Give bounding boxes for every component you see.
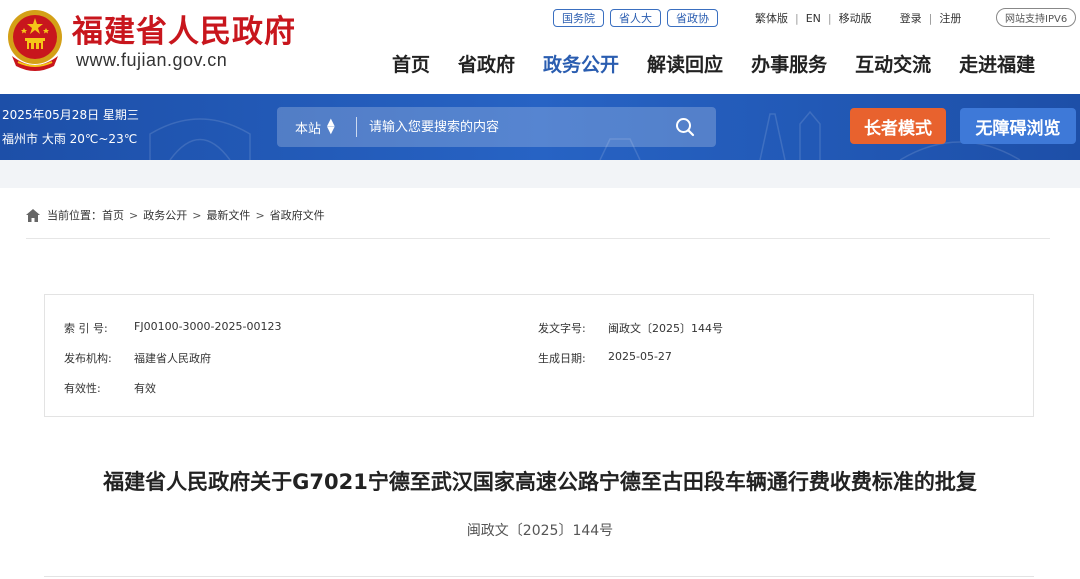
nav-home[interactable]: 首页 bbox=[392, 50, 430, 77]
breadcrumb-separator: > bbox=[129, 208, 139, 222]
date-label: 生成日期: bbox=[538, 352, 586, 365]
publisher-value: 福建省人民政府 bbox=[134, 352, 211, 365]
ipv6-badge[interactable]: 网站支持IPV6 bbox=[996, 8, 1077, 27]
national-emblem-icon[interactable] bbox=[4, 6, 66, 74]
divider bbox=[26, 238, 1050, 239]
site-url[interactable]: www.fujian.gov.cn bbox=[76, 50, 227, 71]
index-label: 索 引 号: bbox=[64, 322, 108, 335]
quick-link-state-council[interactable]: 国务院 bbox=[553, 9, 604, 27]
quick-links: 国务院 省人大 省政协 bbox=[553, 8, 724, 28]
elder-mode-button[interactable]: 长者模式 bbox=[850, 108, 946, 144]
divider bbox=[44, 576, 1034, 577]
search-bar: 本站 ▲ ▼ bbox=[277, 107, 716, 147]
search-divider bbox=[356, 117, 357, 137]
doc-number-label: 发文字号: bbox=[538, 322, 586, 335]
breadcrumb-separator: > bbox=[255, 208, 265, 222]
date-value: 2025-05-27 bbox=[608, 350, 672, 363]
divider: | bbox=[928, 11, 933, 25]
main-content: 当前位置： 首页 > 政务公开 > 最新文件 > 省政府文件 索 引 号: FJ… bbox=[0, 188, 1080, 579]
english-link[interactable]: EN bbox=[806, 12, 821, 25]
search-scope-label: 本站 bbox=[295, 121, 322, 137]
register-link[interactable]: 注册 bbox=[939, 10, 961, 26]
quick-link-provincial-congress[interactable]: 省人大 bbox=[610, 9, 661, 27]
login-link[interactable]: 登录 bbox=[900, 10, 922, 26]
document-title: 福建省人民政府关于G7021宁德至武汉国家高速公路宁德至古田段车辆通行费收费标准… bbox=[103, 470, 977, 494]
mobile-version-link[interactable]: 移动版 bbox=[839, 10, 872, 26]
publisher-label: 发布机构: bbox=[64, 352, 112, 365]
nav-interaction[interactable]: 互动交流 bbox=[855, 50, 931, 77]
current-date: 2025年05月28日 星期三 bbox=[2, 108, 139, 122]
divider: | bbox=[827, 11, 832, 25]
nav-interpretation[interactable]: 解读回应 bbox=[647, 50, 723, 77]
site-header: 福建省人民政府 www.fujian.gov.cn 国务院 省人大 省政协 繁体… bbox=[0, 0, 1080, 94]
index-value: FJ00100-3000-2025-00123 bbox=[134, 320, 282, 333]
utility-links: 繁体版 | EN | 移动版 登录 | 注册 bbox=[755, 8, 961, 28]
nav-provincial-government[interactable]: 省政府 bbox=[458, 50, 515, 77]
traditional-chinese-link[interactable]: 繁体版 bbox=[755, 10, 788, 26]
weather-info: 福州市 大雨 20℃~23℃ bbox=[2, 132, 138, 146]
search-input[interactable] bbox=[369, 107, 669, 147]
accessible-browsing-button[interactable]: 无障碍浏览 bbox=[960, 108, 1076, 144]
document-number: 闽政文〔2025〕144号 bbox=[466, 523, 614, 539]
site-name[interactable]: 福建省人民政府 bbox=[72, 6, 296, 51]
document-metadata: 索 引 号: FJ00100-3000-2025-00123 发文字号: 闽政文… bbox=[44, 294, 1034, 417]
search-icon[interactable] bbox=[674, 116, 696, 138]
nav-government-affairs[interactable]: 政务公开 bbox=[543, 50, 619, 77]
breadcrumb-provincial-files[interactable]: 省政府文件 bbox=[270, 207, 325, 223]
nav-services[interactable]: 办事服务 bbox=[751, 50, 827, 77]
sort-arrows-icon: ▲ ▼ bbox=[327, 117, 335, 136]
breadcrumb-government-affairs[interactable]: 政务公开 bbox=[143, 207, 187, 223]
breadcrumb: 当前位置： 首页 > 政务公开 > 最新文件 > 省政府文件 bbox=[26, 207, 325, 223]
breadcrumb-separator: > bbox=[192, 208, 202, 222]
quick-link-provincial-cppcc[interactable]: 省政协 bbox=[667, 9, 718, 27]
search-scope-select[interactable]: 本站 ▲ ▼ bbox=[295, 107, 335, 147]
breadcrumb-latest-files[interactable]: 最新文件 bbox=[206, 207, 250, 223]
home-icon bbox=[26, 208, 40, 222]
validity-label: 有效性: bbox=[64, 382, 101, 395]
breadcrumb-prefix: 当前位置： bbox=[47, 209, 102, 222]
divider: | bbox=[795, 11, 799, 25]
main-nav: 首页 省政府 政务公开 解读回应 办事服务 互动交流 走进福建 bbox=[392, 48, 1035, 78]
validity-value: 有效 bbox=[134, 382, 156, 395]
breadcrumb-home[interactable]: 首页 bbox=[102, 207, 124, 223]
nav-about-fujian[interactable]: 走进福建 bbox=[959, 50, 1035, 77]
doc-number-value: 闽政文〔2025〕144号 bbox=[608, 322, 723, 335]
